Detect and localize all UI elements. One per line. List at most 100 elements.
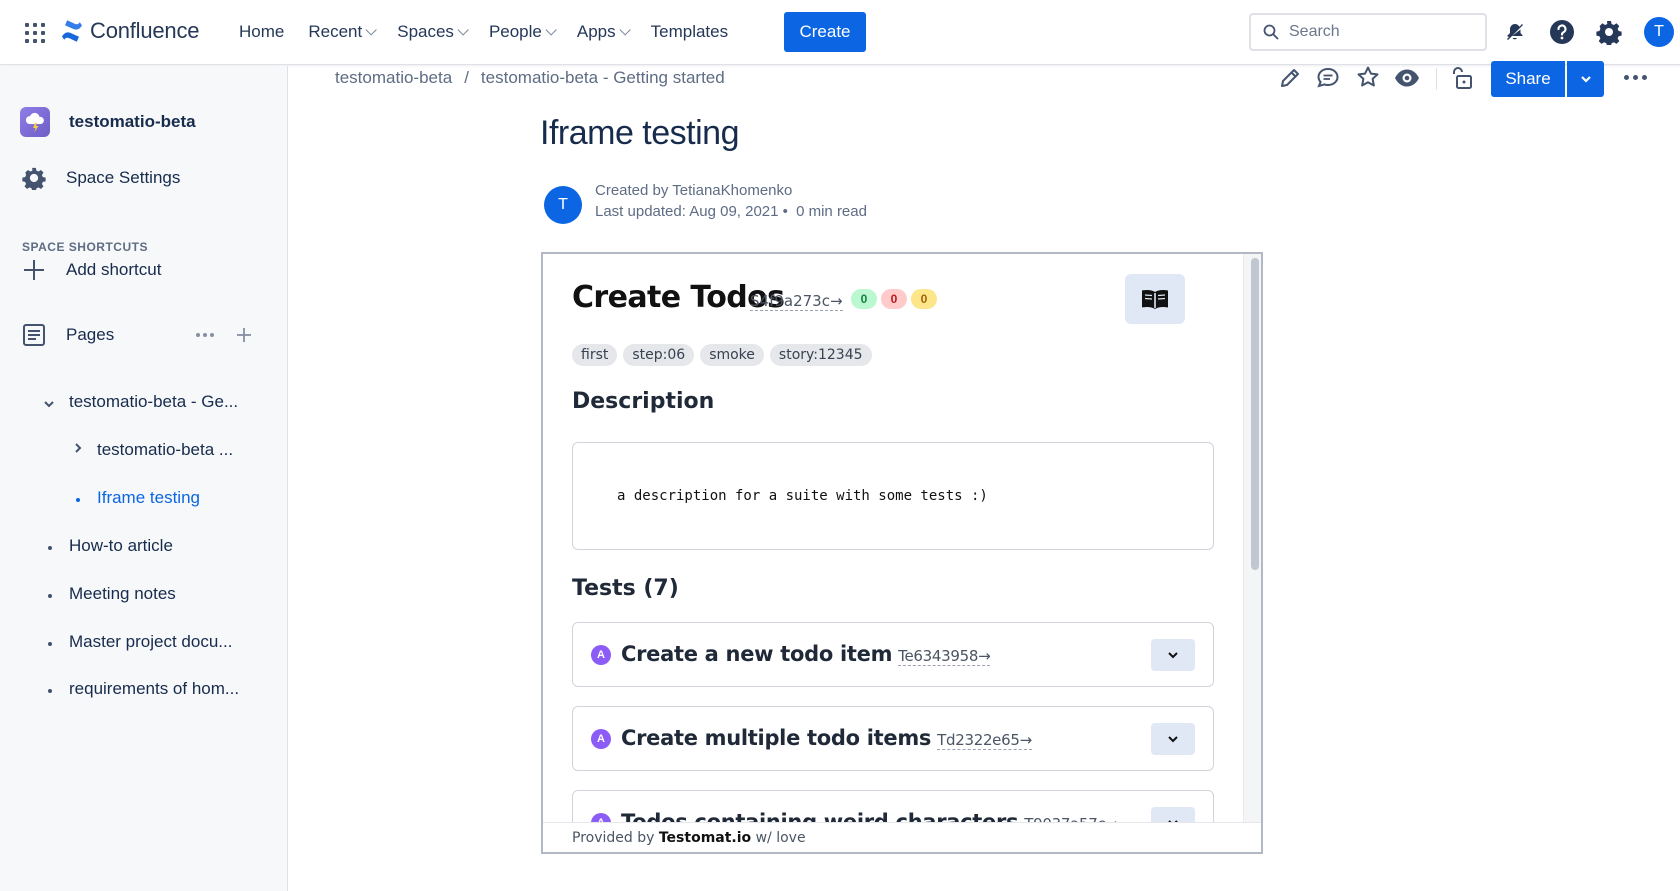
confluence-logo[interactable]: Confluence: [60, 18, 200, 44]
automated-badge: A: [591, 729, 611, 749]
bullet-icon: [48, 594, 52, 598]
cloud-lightning-icon: [25, 112, 44, 132]
breadcrumb: testomatio-beta / testomatio-beta - Gett…: [335, 68, 725, 88]
add-page-icon[interactable]: [236, 327, 252, 343]
tag[interactable]: step:06: [623, 344, 695, 366]
nav-spaces-label: Spaces: [397, 22, 454, 41]
iframe-scrollbar-thumb[interactable]: [1251, 258, 1259, 570]
test-id-link[interactable]: Te6343958→: [898, 647, 991, 666]
separator-dot: •: [782, 203, 793, 220]
primary-nav: Home Recent Spaces People Apps Templates: [239, 20, 752, 44]
nav-people[interactable]: People: [489, 20, 557, 44]
nav-home[interactable]: Home: [239, 20, 284, 44]
chevron-down-icon: [457, 24, 469, 36]
test-name: Create a new todo item Te6343958→: [621, 642, 991, 666]
confluence-logo-icon: [62, 20, 82, 42]
description-heading: Description: [572, 389, 715, 414]
search-input[interactable]: [1289, 23, 1469, 41]
tree-item-meeting-notes[interactable]: Meeting notes: [69, 584, 176, 604]
last-updated-line: Last updated: Aug 09, 2021 • 0 min read: [595, 203, 867, 220]
tag[interactable]: story:12345: [769, 344, 872, 366]
add-shortcut-link[interactable]: Add shortcut: [22, 258, 161, 282]
nav-recent[interactable]: Recent: [308, 20, 378, 44]
share-dropdown-button[interactable]: [1567, 61, 1604, 97]
embedded-iframe[interactable]: Create Todos S4f9a273c→ 0 0 0 first step…: [541, 252, 1263, 854]
search-box[interactable]: [1249, 13, 1487, 51]
help-icon[interactable]: [1549, 19, 1575, 45]
test-card[interactable]: A Create multiple todo items Td2322e65→: [572, 706, 1214, 771]
tree-item-getting-started[interactable]: testomatio-beta - Ge...: [69, 392, 238, 412]
page-title: Iframe testing: [540, 114, 739, 152]
bullet-icon: [48, 546, 52, 550]
nav-apps-label: Apps: [576, 22, 616, 41]
test-card[interactable]: A Create a new todo item Te6343958→: [572, 622, 1214, 687]
shortcuts-heading: SPACE SHORTCUTS: [22, 240, 148, 254]
author-avatar[interactable]: T: [544, 186, 582, 224]
more-icon[interactable]: [196, 333, 214, 337]
space-settings-link[interactable]: Space Settings: [22, 166, 180, 190]
star-icon[interactable]: [1356, 65, 1380, 89]
pages-icon: [23, 324, 45, 346]
test-name: Create multiple todo items Td2322e65→: [621, 726, 1032, 750]
nav-spaces[interactable]: Spaces: [397, 20, 469, 44]
more-actions-icon[interactable]: [1624, 75, 1647, 80]
passed-count-badge: 0: [851, 289, 877, 309]
space-header[interactable]: testomatio-beta: [20, 107, 196, 137]
space-sidebar: testomatio-beta Space Settings SPACE SHO…: [0, 66, 288, 891]
divider: [1436, 68, 1437, 90]
skipped-count-badge: 0: [911, 289, 937, 309]
iframe-footer: Provided by Testomat.io w/ love: [543, 822, 1261, 852]
suite-id-link[interactable]: S4f9a273c→: [750, 292, 843, 311]
chevron-down-icon: [1168, 736, 1178, 743]
read-time: 0 min read: [796, 203, 867, 220]
tree-item-how-to-article[interactable]: How-to article: [69, 536, 173, 556]
chevron-down-icon: [365, 24, 378, 36]
nav-templates[interactable]: Templates: [651, 20, 728, 44]
bullet-icon: [48, 642, 52, 646]
chevron-down-icon: [1168, 652, 1178, 659]
expand-test-button[interactable]: [1151, 723, 1195, 755]
tree-item-testomatio-beta[interactable]: testomatio-beta ...: [97, 440, 233, 460]
chevron-down-icon[interactable]: [43, 398, 55, 410]
breadcrumb-space[interactable]: testomatio-beta: [335, 68, 452, 88]
nav-recent-label: Recent: [308, 22, 363, 41]
test-title: Create a new todo item: [621, 642, 893, 666]
edit-icon[interactable]: [1278, 66, 1302, 90]
add-shortcut-label: Add shortcut: [66, 260, 162, 279]
author-link[interactable]: TetianaKhomenko: [672, 182, 792, 199]
nav-apps[interactable]: Apps: [576, 20, 631, 44]
create-button[interactable]: Create: [784, 12, 866, 52]
restrictions-lock-icon[interactable]: [1449, 65, 1473, 91]
share-button[interactable]: Share: [1491, 61, 1565, 97]
notifications-icon[interactable]: [1502, 20, 1526, 44]
footer-suffix: w/ love: [755, 830, 806, 846]
gear-icon: [22, 167, 46, 190]
tree-item-requirements[interactable]: requirements of hom...: [69, 679, 239, 699]
user-avatar[interactable]: T: [1644, 17, 1674, 47]
expand-test-button[interactable]: [1151, 639, 1195, 671]
plus-icon: [24, 260, 44, 280]
footer-prefix: Provided by: [572, 830, 655, 846]
breadcrumb-parent-page[interactable]: testomatio-beta - Getting started: [481, 68, 725, 88]
settings-icon[interactable]: [1596, 19, 1622, 45]
tree-item-master-project[interactable]: Master project docu...: [69, 632, 232, 652]
last-updated: Last updated: Aug 09, 2021: [595, 203, 779, 220]
test-id-link[interactable]: Td2322e65→: [937, 731, 1032, 750]
space-name: testomatio-beta: [69, 112, 196, 131]
iframe-scrollbar-track[interactable]: [1243, 254, 1261, 822]
pages-label: Pages: [66, 325, 115, 344]
chevron-down-icon: [619, 24, 631, 36]
pages-section[interactable]: Pages: [22, 323, 262, 347]
tag[interactable]: first: [572, 344, 618, 366]
tag[interactable]: smoke: [700, 344, 764, 366]
comment-icon[interactable]: [1316, 66, 1340, 90]
docs-button[interactable]: [1125, 274, 1185, 324]
nav-templates-label: Templates: [650, 22, 729, 41]
watch-icon[interactable]: [1394, 66, 1420, 90]
chevron-right-icon[interactable]: [72, 442, 84, 454]
created-prefix: Created by: [595, 182, 669, 199]
tag-list: first step:06 smoke story:12345: [572, 344, 872, 366]
app-switcher-icon[interactable]: [25, 23, 45, 43]
tree-item-iframe-testing[interactable]: Iframe testing: [97, 488, 200, 508]
footer-brand-link[interactable]: Testomat.io: [659, 830, 751, 846]
